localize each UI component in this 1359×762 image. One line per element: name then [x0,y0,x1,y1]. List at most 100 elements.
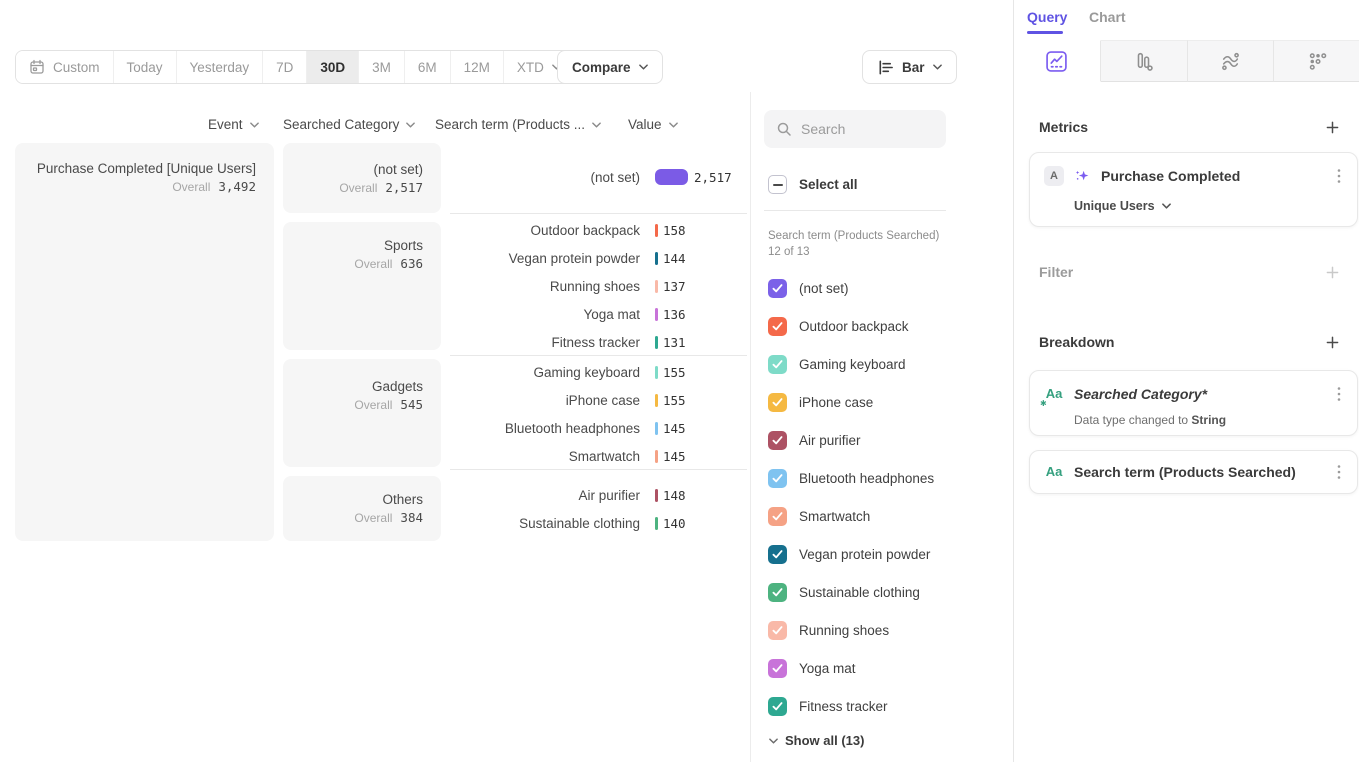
check-icon [772,550,783,559]
calendar-icon [29,59,45,75]
metric-name: Purchase Completed [1101,168,1325,184]
column-header-searched-category[interactable]: Searched Category [283,117,415,132]
value-bar [655,224,658,237]
check-icon [772,664,783,673]
value-bar [655,517,658,530]
tab-query[interactable]: Query [1027,9,1067,25]
date-range-custom[interactable]: Custom [16,51,114,83]
table-row: Smartwatch 145 [450,442,750,470]
value-bar [655,336,658,349]
date-range-6m[interactable]: 6M [405,51,451,83]
table-row: (not set) 2,517 [450,161,750,193]
query-type-tabstrip [1014,40,1359,82]
flows-icon [1219,50,1242,73]
date-range-yesterday[interactable]: Yesterday [177,51,264,83]
date-range-12m[interactable]: 12M [451,51,504,83]
metrics-section-header: Metrics [1039,119,1339,135]
legend-item[interactable]: Fitness tracker [768,697,888,716]
breakdown-card-searched-category[interactable]: Aa ✱ Searched Category* Data type change… [1029,370,1358,436]
checkbox[interactable] [768,697,787,716]
tab-flows[interactable] [1188,40,1275,82]
bar-chart-icon [877,59,894,76]
legend-item[interactable]: Outdoor backpack [768,317,909,336]
chart-type-button[interactable]: Bar [862,50,957,84]
tab-insights[interactable] [1014,40,1101,82]
chevron-down-icon [250,122,259,128]
table-row: Vegan protein powder 144 [450,244,750,272]
legend-item[interactable]: Sustainable clothing [768,583,920,602]
checkbox[interactable] [768,317,787,336]
check-icon [772,284,783,293]
metrics-heading: Metrics [1039,119,1088,135]
breakdown-name: Searched Category* [1074,386,1325,402]
checkbox[interactable] [768,507,787,526]
select-all-row[interactable]: Select all [768,175,858,194]
checkbox[interactable] [768,279,787,298]
kebab-menu-icon[interactable] [1335,166,1343,186]
column-header-value[interactable]: Value [628,117,678,132]
compare-button[interactable]: Compare [557,50,663,84]
legend-item[interactable]: Vegan protein powder [768,545,930,564]
aggregation-dropdown[interactable]: Unique Users [1074,199,1343,213]
value-bar [655,489,658,502]
date-range-3m[interactable]: 3M [359,51,405,83]
checkbox[interactable] [768,583,787,602]
legend-list-label: Search term (Products Searched) 12 of 13 [768,228,953,260]
check-icon [772,398,783,407]
chevron-down-icon [1162,203,1171,209]
string-property-icon: Aa [1044,463,1064,481]
legend-item[interactable]: iPhone case [768,393,873,412]
checkbox[interactable] [768,659,787,678]
tab-retention[interactable] [1274,40,1359,82]
legend-item[interactable]: Running shoes [768,621,889,640]
select-all-checkbox[interactable] [768,175,787,194]
search-input[interactable] [801,121,921,137]
breakdown-section-header: Breakdown [1039,334,1339,350]
value-bar [655,308,658,321]
check-icon [772,588,783,597]
legend-item[interactable]: Smartwatch [768,507,870,526]
checkbox[interactable] [768,545,787,564]
tab-chart[interactable]: Chart [1089,9,1126,25]
show-all-button[interactable]: Show all (13) [769,733,864,748]
chevron-down-icon [592,122,601,128]
value-bar [655,252,658,265]
checkbox[interactable] [768,469,787,488]
checkbox[interactable] [768,393,787,412]
check-icon [772,626,783,635]
column-header-search-term[interactable]: Search term (Products ... [435,117,601,132]
value-bar [655,394,658,407]
legend-item[interactable]: Gaming keyboard [768,355,906,374]
analytics-app: Custom Today Yesterday 7D 30D 3M 6M 12M … [0,0,1359,762]
legend-item[interactable]: Bluetooth headphones [768,469,934,488]
value-bar [655,450,658,463]
checkbox[interactable] [768,431,787,450]
checkbox[interactable] [768,621,787,640]
check-icon [772,322,783,331]
date-range-30d[interactable]: 30D [307,51,359,83]
legend-item[interactable]: Yoga mat [768,659,856,678]
add-filter-button[interactable] [1326,266,1339,279]
date-range-today[interactable]: Today [114,51,177,83]
checkbox[interactable] [768,355,787,374]
sparkle-event-icon [1074,168,1091,185]
plus-icon [1326,266,1339,279]
column-header-event[interactable]: Event [208,117,259,132]
kebab-menu-icon[interactable] [1335,384,1343,404]
legend-item[interactable]: (not set) [768,279,849,298]
metric-card[interactable]: A Purchase Completed Unique Users [1029,152,1358,227]
breakdown-card-search-term[interactable]: Aa Search term (Products Searched) [1029,450,1358,494]
tab-funnels[interactable] [1101,40,1188,82]
add-metric-button[interactable] [1326,121,1339,134]
chevron-down-icon [406,122,415,128]
legend-item[interactable]: Air purifier [768,431,861,450]
table-row: Sustainable clothing 140 [450,509,750,537]
add-breakdown-button[interactable] [1326,336,1339,349]
event-cell: Purchase Completed [Unique Users] Overal… [15,143,274,541]
category-cell-gadgets: Gadgets Overall 545 [283,359,441,467]
kebab-menu-icon[interactable] [1335,462,1343,482]
filter-heading: Filter [1039,264,1073,280]
date-range-7d[interactable]: 7D [263,51,307,83]
category-cell-not-set: (not set) Overall 2,517 [283,143,441,213]
chevron-down-icon [639,64,648,70]
